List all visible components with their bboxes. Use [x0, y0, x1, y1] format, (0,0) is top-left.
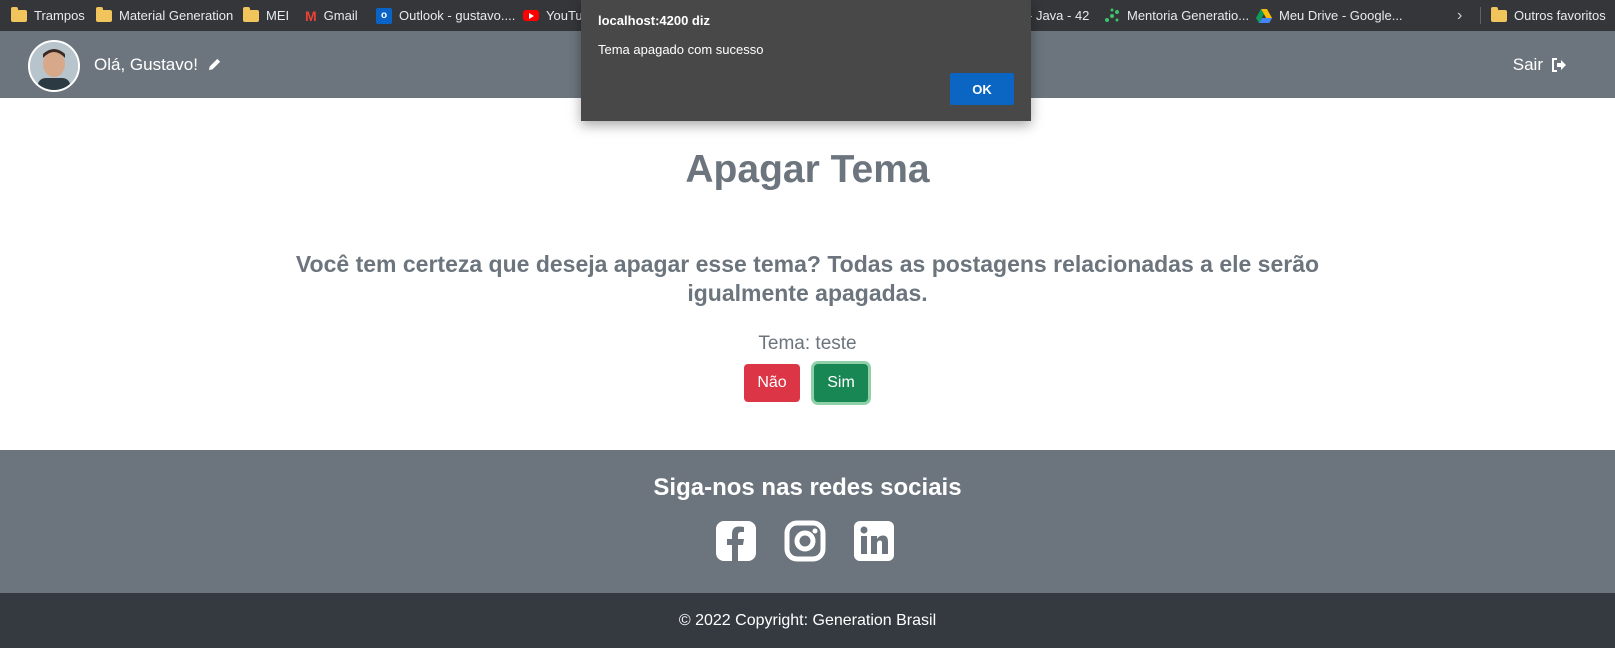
- confirmation-question: Você tem certeza que deseja apagar esse …: [295, 251, 1320, 306]
- bookmark-material-generation[interactable]: Material Generation: [96, 0, 233, 31]
- bookmark-separator: [1480, 7, 1481, 24]
- chevron-right-icon: ›: [1457, 6, 1463, 24]
- theme-name: Tema: teste: [758, 333, 857, 354]
- pencil-icon[interactable]: [207, 57, 222, 72]
- mentoria-icon: [1104, 8, 1120, 24]
- bookmark-outlook[interactable]: o Outlook - gustavo....: [376, 0, 515, 31]
- page-title: Apagar Tema: [685, 148, 930, 191]
- bookmarks-overflow-chevron[interactable]: ›: [1457, 0, 1462, 31]
- bookmark-label: MEI: [266, 8, 290, 23]
- bookmark-label: Outros favoritos: [1514, 8, 1606, 23]
- bookmark-java[interactable]: - Java - 42: [1028, 0, 1089, 31]
- greeting-text: Olá, Gustavo!: [94, 54, 198, 74]
- drive-icon: [1256, 8, 1272, 23]
- folder-icon: [11, 6, 27, 22]
- bookmark-label: Mentoria Generatio...: [1127, 8, 1250, 23]
- youtube-icon: [523, 10, 539, 21]
- bookmark-mentoria[interactable]: Mentoria Generatio...: [1104, 0, 1249, 31]
- alert-dialog: localhost:4200 diz Tema apagado com suce…: [581, 0, 1031, 121]
- footer-title: Siga-nos nas redes sociais: [653, 474, 962, 501]
- user-greeting: Olá, Gustavo!: [94, 31, 222, 98]
- logout-button[interactable]: Sair: [1513, 31, 1567, 98]
- footer-social: Siga-nos nas redes sociais: [0, 450, 1615, 593]
- dialog-message: Tema apagado com sucesso: [598, 42, 764, 57]
- linkedin-icon[interactable]: [853, 520, 895, 562]
- bookmark-label: Outlook - gustavo....: [399, 8, 516, 23]
- instagram-icon[interactable]: [784, 520, 826, 562]
- bookmark-label: Trampos: [34, 8, 85, 23]
- copyright-text: © 2022 Copyright: Generation Brasil: [678, 611, 937, 629]
- bookmark-outros-favoritos[interactable]: Outros favoritos: [1491, 0, 1606, 31]
- gmail-icon: M: [305, 7, 317, 24]
- bookmark-label: Gmail: [323, 8, 358, 23]
- logout-label: Sair: [1512, 54, 1543, 74]
- cancel-button[interactable]: Não: [744, 364, 800, 402]
- folder-icon: [243, 6, 259, 22]
- bookmark-label: Meu Drive - Google...: [1279, 8, 1403, 23]
- folder-icon: [1491, 6, 1507, 22]
- bookmark-drive[interactable]: Meu Drive - Google...: [1256, 0, 1403, 31]
- bookmark-gmail[interactable]: M Gmail: [305, 0, 358, 31]
- avatar[interactable]: [28, 40, 80, 92]
- bookmark-label: - Java - 42: [1028, 8, 1090, 23]
- sign-out-icon: [1551, 57, 1567, 73]
- bookmark-mei[interactable]: MEI: [243, 0, 289, 31]
- dialog-ok-button[interactable]: OK: [950, 73, 1014, 105]
- copyright-bar: © 2022 Copyright: Generation Brasil: [0, 593, 1615, 648]
- social-links: [715, 520, 900, 562]
- facebook-icon[interactable]: [715, 520, 757, 562]
- bookmark-label: Material Generation: [119, 8, 234, 23]
- confirm-delete-button[interactable]: Sim: [814, 364, 868, 402]
- dialog-title: localhost:4200 diz: [598, 13, 710, 28]
- bookmark-trampos[interactable]: Trampos: [11, 0, 85, 31]
- delete-theme-panel: Apagar Tema Você tem certeza que deseja …: [0, 98, 1615, 450]
- outlook-icon: o: [376, 7, 392, 24]
- folder-icon: [96, 6, 112, 22]
